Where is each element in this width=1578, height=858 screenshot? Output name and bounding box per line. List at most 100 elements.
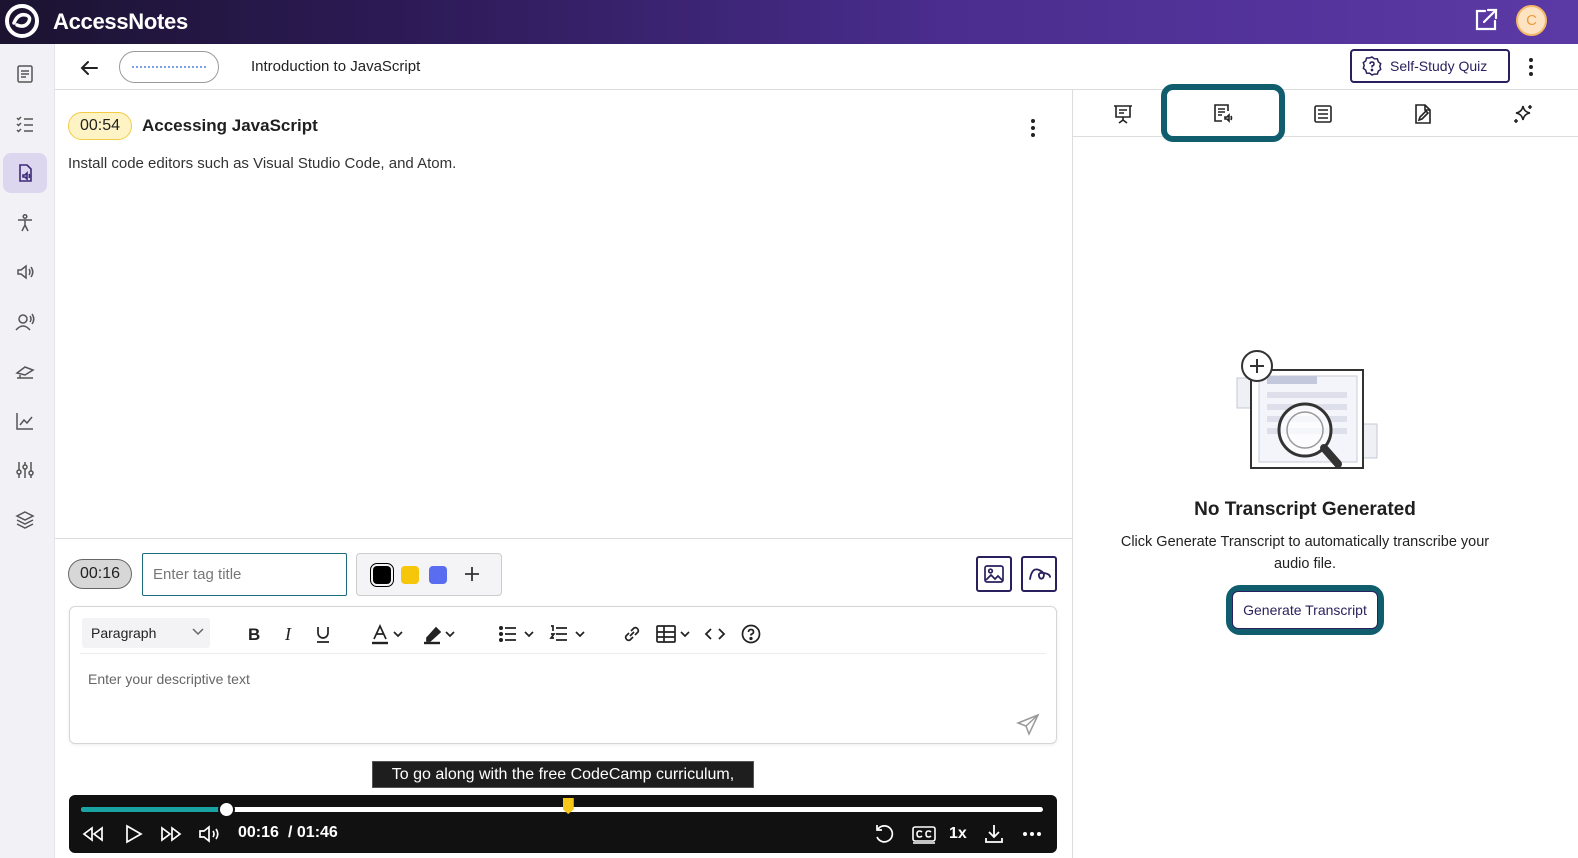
sidebar-item-settings[interactable] — [3, 450, 47, 490]
image-icon — [984, 565, 1004, 583]
empty-state-description: Click Generate Transcript to automatical… — [1120, 534, 1490, 572]
link-button[interactable] — [621, 622, 643, 646]
color-swatch-blue[interactable] — [429, 566, 447, 584]
sliders-icon — [16, 462, 34, 478]
edit-document-icon — [1415, 104, 1431, 124]
checklist-icon — [16, 116, 33, 133]
tag-title-input[interactable] — [142, 553, 347, 596]
help-icon — [741, 624, 761, 644]
color-swatch-yellow[interactable] — [401, 566, 419, 584]
seek-bar[interactable] — [81, 798, 1043, 818]
open-external-icon[interactable] — [1472, 6, 1500, 34]
insert-image-button[interactable] — [976, 556, 1012, 592]
play-icon[interactable] — [123, 823, 143, 845]
tab-edit-document[interactable] — [1373, 96, 1473, 132]
plus-icon[interactable] — [460, 562, 484, 586]
sidebar-item-checklist[interactable] — [3, 104, 47, 144]
numbered-list-button[interactable] — [549, 622, 587, 646]
transcript-icon — [1214, 104, 1233, 123]
download-icon[interactable] — [983, 823, 1005, 845]
accessibility-icon — [18, 213, 32, 232]
editor-toolbar: Paragraph B I — [80, 614, 1046, 654]
layers-icon — [15, 511, 35, 529]
learning-icon — [15, 366, 35, 379]
note-more-options-icon[interactable] — [1023, 116, 1043, 140]
speaker-icon — [17, 264, 34, 280]
svg-text:B: B — [248, 625, 260, 644]
slides-icon — [1114, 105, 1132, 124]
sidebar-item-learning[interactable] — [3, 351, 47, 391]
tag-timestamp-badge[interactable]: 00:16 — [68, 559, 132, 589]
page-header: Introduction to JavaScript Self-Study Qu… — [55, 44, 1578, 90]
paragraph-style-select[interactable]: Paragraph — [82, 618, 210, 648]
panel-divider — [1072, 90, 1073, 858]
app-name: AccessNotes — [53, 9, 188, 34]
highlight-button[interactable] — [422, 622, 458, 646]
empty-state-title: No Transcript Generated — [1194, 499, 1416, 520]
rich-text-editor: Paragraph B I Enter your descriptive tex… — [69, 606, 1057, 744]
video-caption: To go along with the free CodeCamp curri… — [372, 761, 754, 788]
svg-text:I: I — [284, 624, 292, 644]
color-swatch-black[interactable] — [370, 563, 394, 587]
seek-bar-progress — [81, 807, 227, 812]
current-time: 00:16 — [238, 824, 279, 841]
sidebar-item-accessibility[interactable] — [3, 203, 47, 243]
table-button[interactable] — [655, 622, 693, 646]
no-transcript-illustration — [1233, 348, 1383, 476]
italic-button[interactable]: I — [279, 622, 299, 646]
waveform-icon — [132, 66, 206, 68]
sidebar-item-notes[interactable] — [3, 54, 47, 94]
sidebar-item-voice[interactable] — [3, 302, 47, 342]
fast-forward-icon[interactable] — [159, 823, 183, 845]
back-arrow-icon[interactable] — [77, 56, 101, 80]
more-options-icon[interactable] — [1021, 823, 1043, 845]
sidebar-item-speaker[interactable] — [3, 252, 47, 292]
code-button[interactable] — [704, 622, 726, 646]
generate-transcript-button[interactable]: Generate Transcript — [1226, 585, 1384, 635]
closed-captions-icon[interactable] — [911, 823, 937, 845]
note-description: Install code editors such as Visual Stud… — [68, 155, 457, 172]
self-study-quiz-button[interactable]: Self-Study Quiz — [1350, 49, 1510, 83]
replay-icon[interactable] — [873, 823, 895, 845]
seek-handle[interactable] — [218, 801, 236, 818]
code-icon — [704, 628, 726, 640]
self-study-quiz-label: Self-Study Quiz — [1390, 58, 1488, 74]
more-options-icon[interactable] — [1521, 54, 1541, 80]
send-icon[interactable] — [1016, 713, 1040, 737]
signature-icon — [1029, 568, 1051, 580]
notes-list-icon — [1314, 105, 1332, 123]
sidebar-item-analytics[interactable] — [3, 401, 47, 441]
tab-notes-list[interactable] — [1273, 96, 1373, 132]
note-title: Accessing JavaScript — [142, 116, 318, 135]
sidebar-item-audio-notes[interactable] — [3, 153, 47, 193]
paragraph-style-value: Paragraph — [91, 625, 157, 641]
tab-slides[interactable] — [1073, 96, 1173, 132]
bold-button[interactable]: B — [244, 622, 264, 646]
underline-button[interactable] — [313, 622, 333, 646]
link-icon — [624, 626, 640, 642]
draw-button[interactable] — [1021, 556, 1057, 592]
tag-marker[interactable] — [562, 798, 574, 814]
audio-waveform-pill[interactable] — [119, 51, 219, 83]
bullet-list-button[interactable] — [498, 622, 536, 646]
note-timestamp-badge[interactable]: 00:54 — [68, 112, 132, 140]
ai-sparkle-icon — [1514, 105, 1532, 123]
help-button[interactable] — [740, 622, 762, 646]
panel-tab-bar — [1073, 84, 1578, 142]
tab-ai-sparkle[interactable] — [1473, 96, 1573, 132]
volume-icon[interactable] — [198, 823, 222, 845]
numbered-list-icon — [549, 625, 585, 641]
tab-transcript[interactable] — [1161, 84, 1285, 142]
rewind-icon[interactable] — [81, 823, 105, 845]
table-icon — [656, 625, 690, 643]
chevron-down-icon — [192, 628, 204, 636]
italic-icon: I — [284, 624, 292, 644]
logo-icon — [4, 3, 40, 39]
playback-speed[interactable]: 1x — [949, 823, 967, 845]
sidebar-item-layers[interactable] — [3, 500, 47, 540]
color-picker — [356, 553, 502, 596]
text-color-icon — [372, 623, 403, 645]
descriptive-text-area[interactable]: Enter your descriptive text — [88, 671, 250, 687]
avatar[interactable]: C — [1516, 5, 1547, 36]
text-color-button[interactable] — [370, 622, 406, 646]
